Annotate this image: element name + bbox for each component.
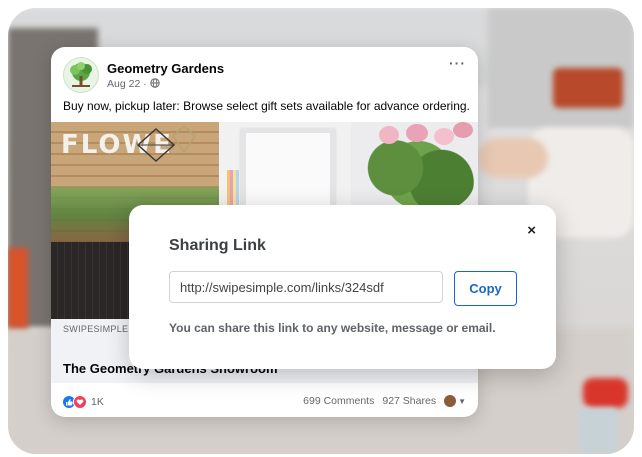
comments-count[interactable]: 699 Comments: [303, 395, 374, 407]
share-hint-text: You can share this link to any website, …: [169, 321, 496, 335]
image-rose-3: [434, 128, 454, 145]
close-icon[interactable]: ×: [527, 222, 536, 239]
share-url-field[interactable]: [169, 271, 443, 303]
image-rose-1: [379, 126, 399, 144]
dialog-title: Sharing Link: [169, 237, 266, 254]
post-meta: Aug 22 ·: [107, 78, 160, 90]
image-rose-4: [453, 122, 473, 138]
reactions-summary[interactable]: 1K: [63, 395, 104, 409]
hanging-ornament-icon: [172, 124, 196, 154]
copy-button[interactable]: Copy: [454, 271, 517, 306]
meta-separator: ·: [143, 78, 147, 90]
page-avatar[interactable]: [63, 57, 99, 93]
reaction-count: 1K: [91, 396, 104, 408]
user-avatar: [444, 395, 457, 407]
background-jar: [578, 408, 618, 454]
audience-selector[interactable]: ▼: [444, 395, 466, 407]
background-pot: [553, 68, 623, 108]
love-icon: [73, 395, 87, 409]
chevron-down-icon: ▼: [458, 396, 466, 406]
tree-logo-icon: [70, 62, 92, 87]
image-pencils: [227, 170, 239, 210]
globe-icon: [149, 78, 160, 90]
engagement-stats: 699 Comments 927 Shares ▼: [303, 395, 466, 407]
more-options-button[interactable]: ···: [449, 55, 466, 71]
background-red-ribbon: [583, 378, 628, 408]
shares-count[interactable]: 927 Shares: [382, 395, 436, 407]
image-rose-2: [406, 124, 428, 142]
sharing-link-dialog: Sharing Link × Copy You can share this l…: [129, 205, 556, 369]
post-text: Buy now, pickup later: Browse select gif…: [63, 99, 470, 113]
image-roses-leaves: [361, 140, 476, 210]
background-hand: [478, 138, 548, 178]
background-orange-item: [8, 248, 28, 328]
post-date[interactable]: Aug 22: [107, 78, 140, 90]
page-name[interactable]: Geometry Gardens: [107, 61, 224, 76]
geometric-ornament-icon: [136, 127, 176, 163]
